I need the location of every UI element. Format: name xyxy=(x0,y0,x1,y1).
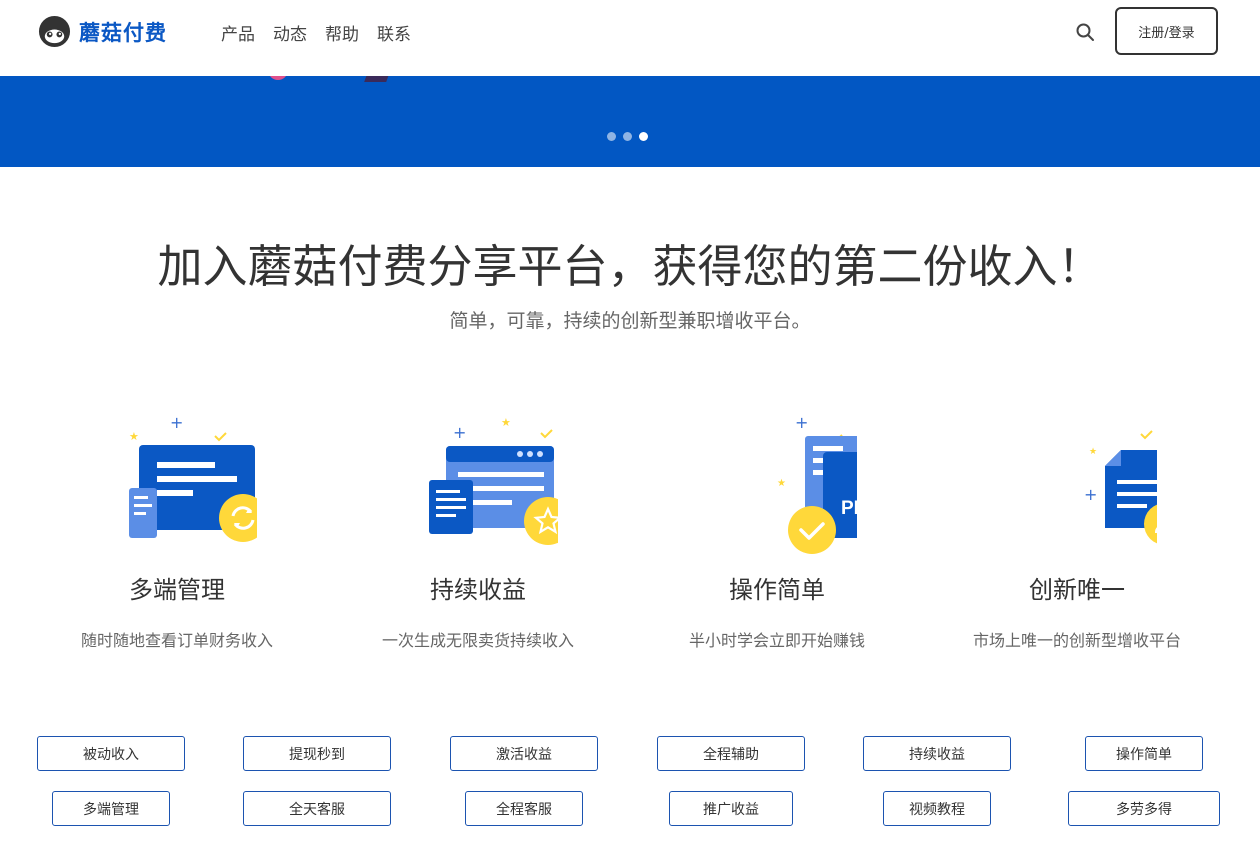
pdf-label: PDF xyxy=(841,498,857,519)
feature-description: 半小时学会立即开始赚钱 xyxy=(688,631,865,650)
nav-item-contact[interactable]: 联系 xyxy=(377,20,411,45)
carousel-dot-2[interactable] xyxy=(623,132,632,141)
svg-text:+: + xyxy=(453,423,466,442)
feature-description: 一次生成无限卖货持续收入 xyxy=(381,631,574,650)
tag-button[interactable]: 多劳多得 xyxy=(1068,791,1220,826)
tag-button[interactable]: 提现秒到 xyxy=(243,736,391,771)
page-headline: 加入蘑菇付费分享平台，获得您的第二份收入！ xyxy=(157,240,1103,293)
feature-easy-operation: + ★ ✕ PDF 操作简单 半小时学会立即开始赚钱 xyxy=(627,410,927,651)
page-subheadline: 简单，可靠，持续的创新型兼职增收平台。 xyxy=(449,310,811,332)
feature-multi-device: ★ + ★ 多端管理 随时随地查看订单财务收入 xyxy=(27,410,327,651)
svg-text:+: + xyxy=(170,413,183,432)
login-register-button[interactable]: 注册/登录 xyxy=(1115,7,1218,55)
svg-text:★: ★ xyxy=(501,416,511,429)
tag-button[interactable]: 推广收益 xyxy=(669,791,793,826)
tag-button[interactable]: 视频教程 xyxy=(883,791,991,826)
svg-text:★: ★ xyxy=(129,430,139,443)
svg-text:+: + xyxy=(1084,485,1097,504)
svg-text:★: ★ xyxy=(1089,447,1097,457)
tag-button[interactable]: 多端管理 xyxy=(52,791,170,826)
feature-description: 随时随地查看订单财务收入 xyxy=(80,631,273,650)
logo[interactable]: 蘑菇付费 xyxy=(38,15,167,48)
logo-text: 蘑菇付费 xyxy=(79,20,167,45)
carousel-dots xyxy=(607,132,655,141)
banner-illustration-fragment xyxy=(268,76,288,80)
carousel-dot-1[interactable] xyxy=(607,132,616,141)
carousel-dot-3[interactable] xyxy=(639,132,648,141)
nav-item-help[interactable]: 帮助 xyxy=(325,20,359,45)
tag-button[interactable]: 被动收入 xyxy=(37,736,185,771)
tag-button[interactable]: 全程客服 xyxy=(465,791,583,826)
tag-button[interactable]: 全天客服 xyxy=(243,791,391,826)
feature-title: 创新唯一 xyxy=(1029,576,1125,604)
feature-title: 多端管理 xyxy=(129,576,225,604)
document-user-icon: ★ + xyxy=(1084,430,1157,544)
feature-title: 操作简单 xyxy=(729,576,825,604)
tag-button[interactable]: 全程辅助 xyxy=(657,736,805,771)
mushroom-logo-icon xyxy=(38,15,71,48)
main-nav: 产品 动态 帮助 联系 xyxy=(221,20,429,45)
nav-item-products[interactable]: 产品 xyxy=(221,20,255,45)
feature-unique-innovation: ★ + 创新唯一 市场上唯一的创新型增收平台 xyxy=(927,410,1227,651)
nav-item-news[interactable]: 动态 xyxy=(273,20,307,45)
feature-title: 持续收益 xyxy=(430,576,526,604)
svg-text:+: + xyxy=(795,413,808,432)
hero-banner xyxy=(0,76,1260,167)
multi-device-sync-icon: ★ + ★ xyxy=(129,413,257,542)
svg-text:★: ★ xyxy=(777,478,786,489)
search-icon[interactable] xyxy=(1075,22,1095,42)
top-header: 蘑菇付费 产品 动态 帮助 联系 注册/登录 xyxy=(0,0,1260,76)
banner-illustration-fragment xyxy=(364,76,390,82)
tag-button[interactable]: 激活收益 xyxy=(450,736,598,771)
feature-description: 市场上唯一的创新型增收平台 xyxy=(972,631,1181,650)
feature-continuous-income: ★ + ✕ 持续收益 一次生成无限卖货持续收入 xyxy=(328,410,628,651)
window-star-icon: ★ + ✕ xyxy=(429,416,558,545)
tag-button[interactable]: 持续收益 xyxy=(863,736,1011,771)
pdf-check-icon: + ★ ✕ PDF xyxy=(777,413,857,554)
tag-button[interactable]: 操作简单 xyxy=(1085,736,1203,771)
